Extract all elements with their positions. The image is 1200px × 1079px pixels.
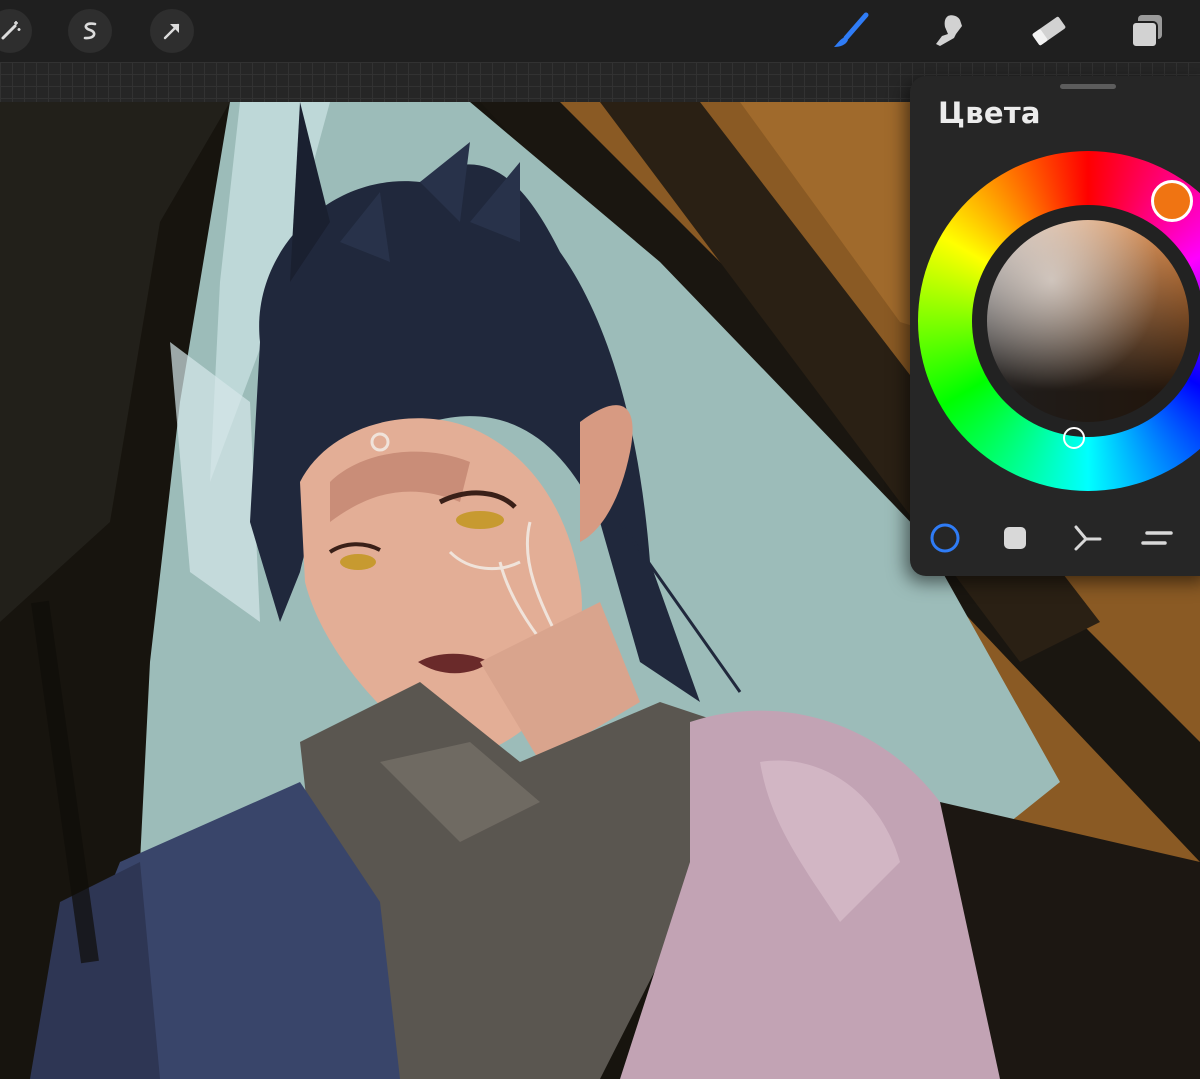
- value-mode-icon[interactable]: [1138, 518, 1178, 558]
- disc-mode-icon[interactable]: [925, 518, 965, 558]
- colors-panel: Цвета: [910, 76, 1200, 576]
- saturation-brightness-knob[interactable]: [1063, 427, 1085, 449]
- adjustments-magic-icon[interactable]: [0, 9, 32, 53]
- transform-arrow-icon[interactable]: [150, 9, 194, 53]
- brush-icon[interactable]: [828, 8, 874, 54]
- hue-ring-inner: [972, 205, 1200, 437]
- selection-s-icon[interactable]: [68, 9, 112, 53]
- panel-grabber[interactable]: [1060, 84, 1116, 89]
- saturation-brightness-disc[interactable]: [987, 220, 1189, 422]
- smudge-icon[interactable]: [926, 8, 972, 54]
- harmony-mode-icon[interactable]: [1067, 518, 1107, 558]
- hue-knob[interactable]: [1151, 180, 1193, 222]
- classic-mode-icon[interactable]: [995, 518, 1035, 558]
- top-toolbar: [0, 0, 1200, 62]
- panel-title: Цвета: [938, 96, 1041, 130]
- eraser-icon[interactable]: [1026, 8, 1072, 54]
- layers-icon[interactable]: [1124, 8, 1170, 54]
